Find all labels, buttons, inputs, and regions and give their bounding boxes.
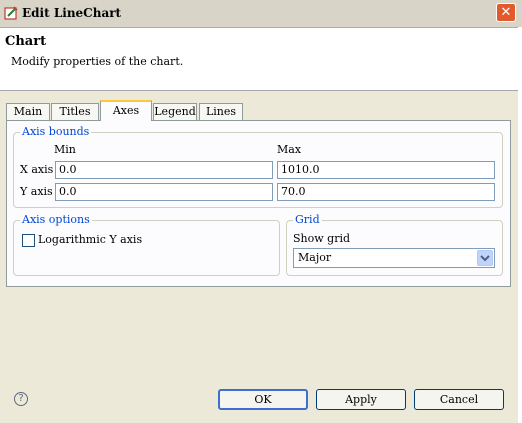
min-header: Min (54, 143, 76, 156)
chevron-down-icon (480, 255, 490, 262)
grid-group: Grid Show grid Major (286, 213, 503, 276)
tab-legend[interactable]: Legend (153, 103, 197, 120)
edit-linechart-dialog: Edit LineChart ✕ Chart Modify properties… (0, 0, 522, 423)
x-axis-label: X axis (20, 163, 54, 176)
window-title: Edit LineChart (22, 6, 122, 20)
cancel-button[interactable]: Cancel (414, 389, 504, 410)
ok-button[interactable]: OK (218, 389, 308, 410)
axis-options-group: Axis options Logarithmic Y axis (13, 213, 280, 276)
apply-button[interactable]: Apply (316, 389, 406, 410)
x-max-field[interactable]: 1010.0 (277, 161, 495, 179)
axis-options-title: Axis options (20, 213, 92, 226)
header-description: Modify properties of the chart. (11, 55, 184, 68)
show-grid-label: Show grid (293, 232, 351, 245)
close-button[interactable]: ✕ (496, 3, 516, 22)
tab-titles[interactable]: Titles (51, 103, 99, 120)
log-y-checkbox[interactable] (22, 234, 35, 247)
close-icon: ✕ (500, 5, 512, 20)
tab-main[interactable]: Main (6, 103, 50, 120)
x-min-field[interactable]: 0.0 (55, 161, 273, 179)
tab-lines[interactable]: Lines (199, 103, 243, 120)
axis-bounds-group: Axis bounds Min Max X axis Y axis 0.0 10… (13, 125, 503, 208)
show-grid-select[interactable]: Major (293, 248, 495, 268)
tab-axes[interactable]: Axes (100, 100, 152, 121)
title-bar[interactable]: Edit LineChart ✕ (0, 0, 522, 28)
dropdown-button[interactable] (477, 250, 493, 266)
dialog-header: Chart Modify properties of the chart. (0, 28, 522, 91)
show-grid-value: Major (298, 251, 332, 264)
log-y-label: Logarithmic Y axis (38, 233, 143, 246)
edit-chart-icon (4, 6, 18, 20)
axis-bounds-title: Axis bounds (20, 125, 92, 138)
header-title: Chart (5, 34, 47, 49)
background-window-edge (518, 27, 522, 423)
y-axis-label: Y axis (20, 185, 53, 198)
max-header: Max (277, 143, 302, 156)
y-max-field[interactable]: 70.0 (277, 183, 495, 201)
axes-panel: Axis bounds Min Max X axis Y axis 0.0 10… (6, 120, 511, 287)
y-min-field[interactable]: 0.0 (55, 183, 273, 201)
help-icon[interactable]: ? (14, 392, 28, 406)
grid-title: Grid (293, 213, 322, 226)
